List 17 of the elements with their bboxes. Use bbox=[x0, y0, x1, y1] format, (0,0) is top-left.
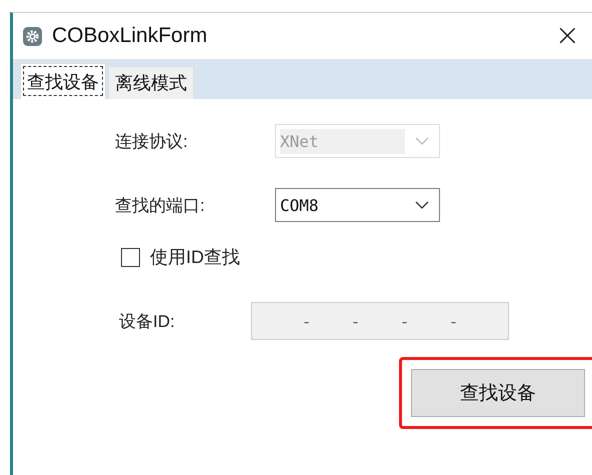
gear-icon bbox=[23, 26, 42, 46]
dropdown-value: COM8 bbox=[280, 196, 320, 214]
dropdown-value: XNet bbox=[280, 128, 405, 154]
close-button[interactable]: × bbox=[554, 21, 580, 51]
device-id-field[interactable]: - - - - bbox=[251, 302, 509, 340]
search-device-button[interactable]: 查找设备 bbox=[411, 369, 585, 417]
field-label: 设备ID: bbox=[118, 310, 176, 332]
chevron-down-icon bbox=[415, 201, 429, 209]
checkbox-label: 使用ID查找 bbox=[150, 246, 240, 269]
checkbox[interactable] bbox=[121, 248, 140, 266]
dropdown[interactable]: COM8 bbox=[275, 188, 440, 222]
field-label: 查找的端口: bbox=[115, 194, 206, 216]
tab[interactable]: 离线模式 bbox=[108, 66, 194, 99]
chevron-down-icon bbox=[415, 137, 429, 145]
field-label: 连接协议: bbox=[115, 130, 189, 152]
window-title: COBoxLinkForm bbox=[52, 24, 208, 48]
tab[interactable]: 查找设备 bbox=[20, 63, 106, 99]
